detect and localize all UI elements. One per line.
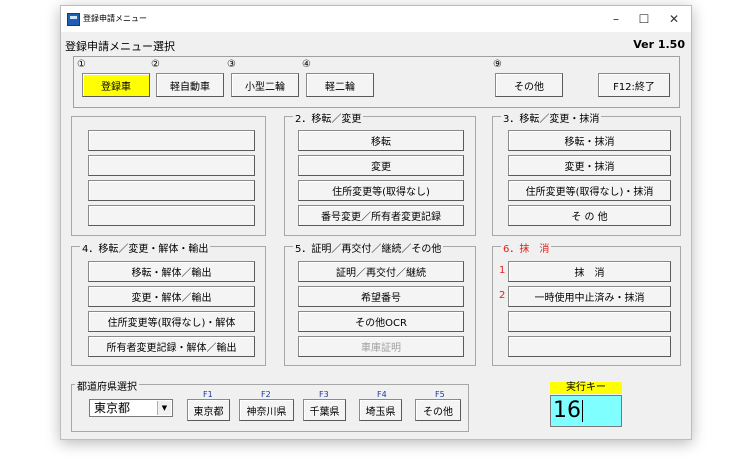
preferred-number-button[interactable]: 希望番号: [298, 286, 464, 307]
button-label: 住所変更等(取得なし): [332, 187, 430, 198]
light-vehicle-button[interactable]: 軽自動車: [156, 73, 224, 97]
prefecture-select[interactable]: 東京都 ▼: [89, 399, 173, 417]
change-scrap-button[interactable]: 変更・解体／輸出: [88, 286, 255, 307]
button-label: 抹 消: [574, 268, 605, 279]
deregister-button[interactable]: 抹 消: [508, 261, 671, 282]
button-label: 車庫証明: [361, 343, 401, 354]
button-label: 千葉県: [309, 406, 340, 418]
group6-button-3[interactable]: [508, 311, 671, 332]
temporary-suspension-deregister-button[interactable]: 一時使用中止済み・抹消: [508, 286, 671, 307]
group6-button-4[interactable]: [508, 336, 671, 357]
button-label: 埼玉県: [365, 406, 396, 418]
number-change-button[interactable]: 番号変更／所有者変更記録: [298, 205, 464, 226]
button-label: F12:終了: [613, 81, 655, 93]
chiba-button[interactable]: 千葉県: [303, 399, 346, 421]
garage-certificate-button: 車庫証明: [298, 336, 464, 357]
exec-key-label: 実行キー: [550, 382, 622, 394]
change-deregister-button[interactable]: 変更・抹消: [508, 155, 671, 176]
address-change-scrap-button[interactable]: 住所変更等(取得なし)・解体: [88, 311, 255, 332]
group1-button-2[interactable]: [88, 155, 255, 176]
button-label: 希望番号: [361, 293, 401, 304]
button-label: 軽自動車: [170, 81, 210, 93]
group-5-title: 5．証明／再交付／継続／その他: [293, 240, 444, 255]
transfer-deregister-button[interactable]: 移転・抹消: [508, 130, 671, 151]
other-prefecture-button[interactable]: その他: [415, 399, 461, 421]
address-change-button[interactable]: 住所変更等(取得なし): [298, 180, 464, 201]
num-3: ③: [227, 59, 236, 70]
fkey-f2: F2: [261, 390, 271, 399]
other-button[interactable]: その他: [495, 73, 563, 97]
group1-button-1[interactable]: [88, 130, 255, 151]
button-label: 移転・解体／輸出: [131, 268, 212, 279]
menu-title: 登録申請メニュー選択: [65, 40, 175, 53]
other-group3-button[interactable]: そ の 他: [508, 205, 671, 226]
button-label: その他: [514, 81, 544, 93]
fkey-f5: F5: [435, 390, 445, 399]
app-window: 登録申請メニュー – ☐ ✕ 登録申請メニュー選択 Ver 1.50 ① ② ③…: [60, 5, 692, 440]
button-label: 軽二輪: [325, 81, 355, 93]
maximize-button[interactable]: ☐: [631, 9, 657, 29]
tokyo-button[interactable]: 東京都: [187, 399, 230, 421]
button-label: 変更: [371, 162, 391, 173]
registered-vehicle-button[interactable]: 登録車: [82, 73, 150, 97]
group-4-title: 4．移転／変更・解体・輸出: [80, 240, 211, 255]
text-caret: [582, 400, 583, 422]
group1-button-3[interactable]: [88, 180, 255, 201]
window-title: 登録申請メニュー: [83, 14, 147, 23]
kanagawa-button[interactable]: 神奈川県: [239, 399, 294, 421]
button-label: 証明／再交付／継続: [336, 268, 426, 279]
dropdown-arrow-icon[interactable]: ▼: [157, 401, 171, 415]
button-label: 住所変更等(取得なし)・解体: [107, 318, 236, 329]
button-label: その他: [423, 406, 453, 418]
deregister-num-1: 1: [499, 265, 506, 276]
exec-key-value: 16: [553, 398, 581, 423]
button-label: 小型二輪: [245, 81, 285, 93]
certificate-button[interactable]: 証明／再交付／継続: [298, 261, 464, 282]
close-button[interactable]: ✕: [661, 9, 687, 29]
address-change-deregister-button[interactable]: 住所変更等(取得なし)・抹消: [508, 180, 671, 201]
minimize-button[interactable]: –: [603, 9, 629, 29]
app-icon: [67, 13, 80, 26]
change-button[interactable]: 変更: [298, 155, 464, 176]
group-3-title: 3．移転／変更・抹消: [501, 110, 602, 125]
button-label: その他OCR: [355, 318, 407, 329]
button-label: 東京都: [193, 406, 224, 418]
button-label: 番号変更／所有者変更記録: [321, 212, 441, 223]
num-1: ①: [77, 59, 86, 70]
other-ocr-button[interactable]: その他OCR: [298, 311, 464, 332]
button-label: 変更・解体／輸出: [131, 293, 212, 304]
fkey-f4: F4: [377, 390, 387, 399]
button-label: 所有者変更記録・解体／輸出: [106, 343, 237, 354]
exit-button[interactable]: F12:終了: [598, 73, 670, 97]
deregister-num-2: 2: [499, 290, 506, 301]
button-label: そ の 他: [571, 212, 608, 223]
transfer-button[interactable]: 移転: [298, 130, 464, 151]
version-label: Ver 1.50: [633, 38, 685, 51]
prefecture-selected: 東京都: [94, 401, 131, 415]
prefecture-title: 都道府県選択: [75, 378, 139, 393]
group-6-title: 6．抹 消: [501, 240, 552, 255]
group1-button-4[interactable]: [88, 205, 255, 226]
button-label: 移転・抹消: [564, 137, 615, 148]
button-label: 一時使用中止済み・抹消: [534, 293, 645, 304]
num-2: ②: [151, 59, 160, 70]
group-2-title: 2．移転／変更: [293, 110, 364, 125]
fkey-f1: F1: [203, 390, 213, 399]
saitama-button[interactable]: 埼玉県: [359, 399, 402, 421]
button-label: 神奈川県: [246, 406, 287, 418]
button-label: 移転: [371, 137, 391, 148]
button-label: 住所変更等(取得なし)・抹消: [525, 187, 654, 198]
button-label: 登録車: [101, 81, 131, 93]
transfer-scrap-button[interactable]: 移転・解体／輸出: [88, 261, 255, 282]
light-motorcycle-button[interactable]: 軽二輪: [306, 73, 374, 97]
title-bar: 登録申請メニュー – ☐ ✕: [61, 6, 691, 32]
num-9: ⑨: [493, 59, 502, 70]
button-label: 変更・抹消: [564, 162, 615, 173]
exec-key-input[interactable]: 16: [550, 395, 622, 427]
fkey-f3: F3: [319, 390, 329, 399]
num-4: ④: [302, 59, 311, 70]
owner-change-scrap-button[interactable]: 所有者変更記録・解体／輸出: [88, 336, 255, 357]
small-motorcycle-button[interactable]: 小型二輪: [231, 73, 299, 97]
